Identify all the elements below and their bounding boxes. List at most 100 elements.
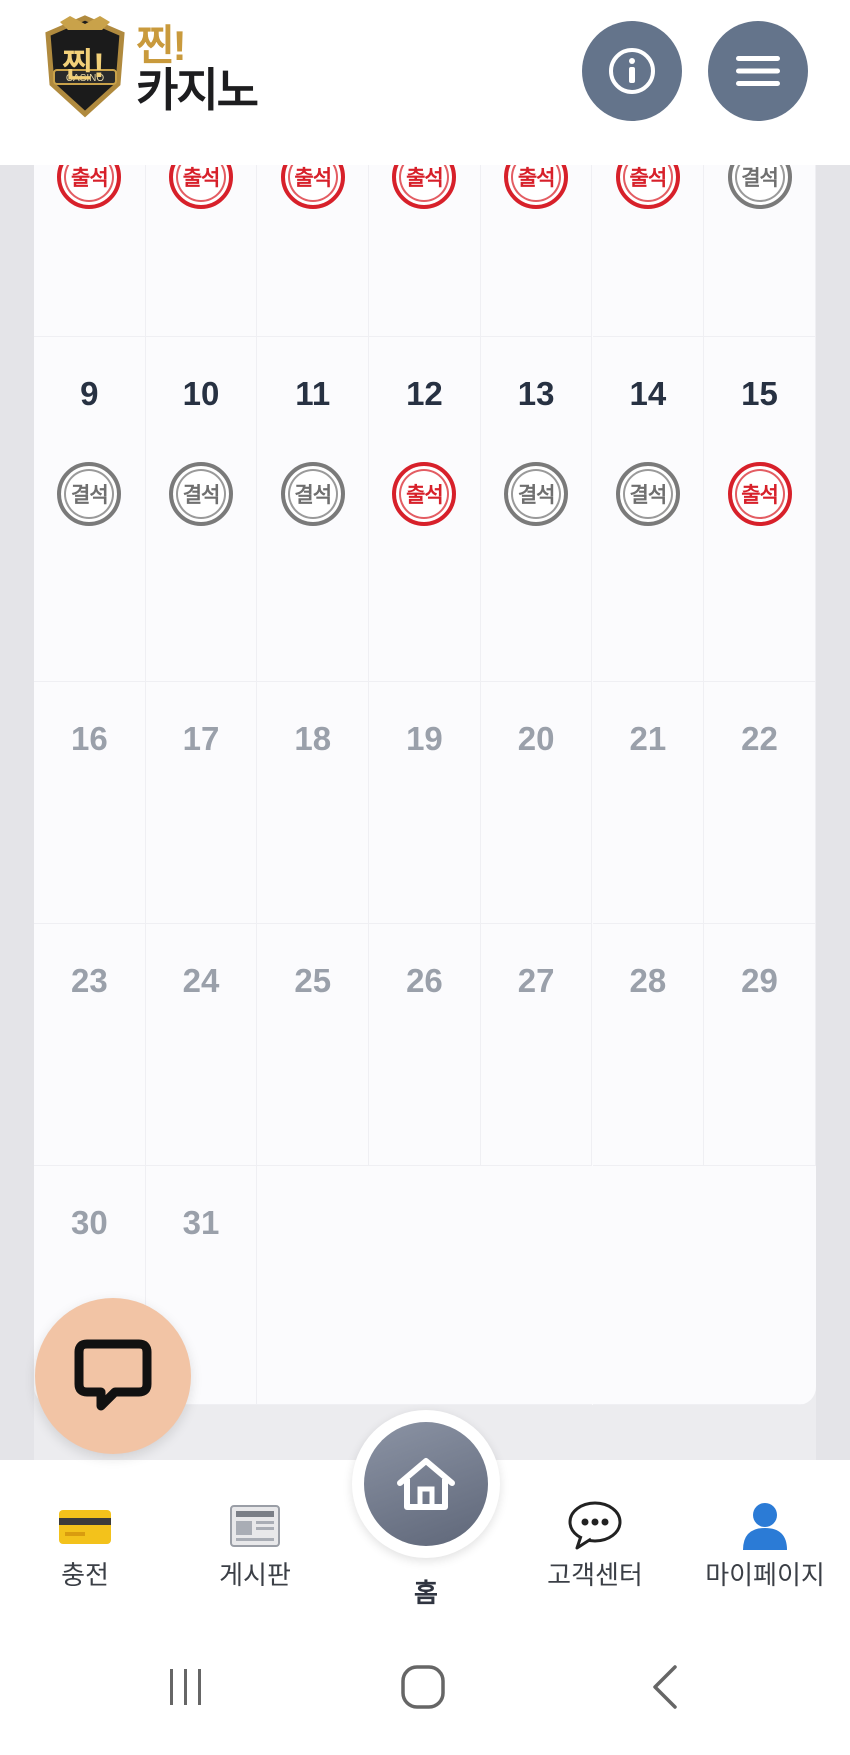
calendar-day-cell[interactable]: 20 bbox=[480, 682, 593, 924]
calendar-day-cell[interactable]: 27 bbox=[480, 924, 593, 1166]
calendar-day-cell[interactable] bbox=[369, 1166, 481, 1405]
speech-bubble-icon bbox=[568, 1501, 622, 1550]
calendar-day-number: 18 bbox=[294, 720, 332, 757]
back-button[interactable] bbox=[635, 1662, 695, 1712]
calendar-day-cell[interactable] bbox=[257, 1166, 370, 1405]
calendar-day-number: 26 bbox=[406, 962, 443, 999]
calendar-day-number: 24 bbox=[182, 962, 220, 999]
calendar-day-cell[interactable]: 출석 bbox=[257, 165, 370, 337]
logo-mark-text: 찐! bbox=[62, 47, 105, 85]
calendar-day-number: 22 bbox=[741, 720, 778, 757]
panel-gutter-left bbox=[0, 165, 34, 1460]
info-button[interactable] bbox=[582, 21, 682, 121]
info-icon bbox=[609, 48, 655, 94]
nav-label-mypage: 마이페이지 bbox=[705, 1560, 825, 1590]
calendar-day-number: 28 bbox=[629, 962, 667, 999]
calendar-day-cell[interactable]: 10 결석 bbox=[145, 337, 258, 682]
calendar-day-number: 27 bbox=[517, 962, 555, 999]
calendar-day-cell[interactable]: 출석 bbox=[145, 165, 258, 337]
calendar-day-number: 16 bbox=[70, 720, 108, 757]
calendar-day-cell[interactable]: 23 bbox=[34, 924, 146, 1166]
calendar-day-number: 23 bbox=[70, 962, 108, 999]
logo-wordmark: 찐! 카지노 bbox=[136, 22, 259, 116]
system-navigation-bar bbox=[0, 1610, 850, 1755]
calendar-day-number: 17 bbox=[182, 720, 220, 757]
calendar-day-cell[interactable] bbox=[592, 1166, 705, 1405]
attendance-stamp-absent: 결석 bbox=[615, 462, 680, 526]
recent-apps-icon bbox=[170, 1669, 201, 1705]
nav-item-board[interactable]: 게시판 bbox=[170, 1460, 340, 1610]
calendar-day-cell[interactable]: 19 bbox=[369, 682, 481, 924]
menu-button[interactable] bbox=[708, 21, 808, 121]
attendance-stamp-present: 출석 bbox=[280, 165, 345, 209]
chat-button[interactable] bbox=[35, 1298, 191, 1454]
calendar-day-number: 10 bbox=[182, 375, 220, 412]
calendar-day-cell[interactable]: 29 bbox=[704, 924, 816, 1166]
newspaper-icon bbox=[230, 1505, 280, 1547]
app-header: CASINO 찐! 찐! 카지노 bbox=[0, 0, 850, 165]
calendar-day-cell[interactable]: 22 bbox=[704, 682, 816, 924]
calendar-day-cell[interactable]: 결석 bbox=[704, 165, 816, 337]
nav-label-charge: 충전 bbox=[61, 1560, 109, 1590]
calendar-day-cell[interactable]: 11 결석 bbox=[257, 337, 370, 682]
calendar-day-number: 13 bbox=[517, 375, 555, 412]
nav-item-support[interactable]: 고객센터 bbox=[510, 1460, 680, 1610]
calendar-day-number: 19 bbox=[406, 720, 443, 757]
home-button-inner bbox=[364, 1422, 488, 1546]
back-icon bbox=[653, 1665, 677, 1709]
nav-label-home: 홈 bbox=[414, 1578, 438, 1608]
nav-label-support: 고객센터 bbox=[547, 1560, 643, 1590]
calendar-day-number: 21 bbox=[629, 720, 667, 757]
attendance-calendar: 출석 출석 출석 출석 출석 출석 결석 9 결석 10 결석 11 결석 12 출석 13 결석 14 결석 15 출… bbox=[34, 165, 816, 1405]
nav-label-board: 게시판 bbox=[219, 1560, 291, 1590]
nav-item-mypage[interactable]: 마이페이지 bbox=[680, 1460, 850, 1610]
calendar-day-number: 20 bbox=[517, 720, 555, 757]
attendance-stamp-present: 출석 bbox=[615, 165, 680, 209]
calendar-day-cell[interactable]: 17 bbox=[145, 682, 258, 924]
calendar-day-number: 30 bbox=[70, 1204, 108, 1241]
panel-gutter-right bbox=[816, 165, 850, 1460]
calendar-day-cell[interactable]: 26 bbox=[369, 924, 481, 1166]
attendance-stamp-present: 출석 bbox=[392, 165, 457, 209]
calendar-day-number: 9 bbox=[80, 375, 99, 412]
attendance-stamp-present: 출석 bbox=[57, 165, 122, 209]
attendance-stamp-absent: 결석 bbox=[280, 462, 345, 526]
system-home-button[interactable] bbox=[393, 1662, 453, 1712]
calendar-day-cell[interactable]: 28 bbox=[592, 924, 705, 1166]
attendance-stamp-present: 출석 bbox=[727, 462, 792, 526]
attendance-stamp-absent: 결석 bbox=[57, 462, 122, 526]
home-icon bbox=[397, 1458, 455, 1510]
calendar-day-cell[interactable]: 출석 bbox=[480, 165, 593, 337]
calendar-day-number: 12 bbox=[406, 375, 443, 412]
hamburger-menu-icon bbox=[736, 56, 780, 86]
home-button[interactable] bbox=[352, 1410, 500, 1558]
system-home-icon bbox=[401, 1665, 445, 1709]
attendance-stamp-absent: 결석 bbox=[169, 462, 234, 526]
calendar-day-cell[interactable] bbox=[704, 1166, 816, 1405]
calendar-day-cell[interactable] bbox=[480, 1166, 593, 1405]
calendar-day-cell[interactable]: 13 결석 bbox=[480, 337, 593, 682]
attendance-stamp-present: 출석 bbox=[392, 462, 457, 526]
calendar-day-number: 25 bbox=[294, 962, 332, 999]
calendar-day-cell[interactable]: 16 bbox=[34, 682, 146, 924]
calendar-day-number: 14 bbox=[629, 375, 667, 412]
calendar-day-cell[interactable]: 12 출석 bbox=[369, 337, 481, 682]
calendar-day-cell[interactable]: 15 출석 bbox=[704, 337, 816, 682]
recent-apps-button[interactable] bbox=[156, 1662, 216, 1712]
calendar-day-cell[interactable]: 21 bbox=[592, 682, 705, 924]
calendar-day-cell[interactable]: 출석 bbox=[369, 165, 481, 337]
calendar-day-cell[interactable]: 25 bbox=[257, 924, 370, 1166]
calendar-day-cell[interactable]: 14 결석 bbox=[592, 337, 705, 682]
calendar-day-number: 31 bbox=[182, 1204, 220, 1241]
attendance-stamp-present: 출석 bbox=[504, 165, 569, 209]
attendance-stamp-absent: 결석 bbox=[504, 462, 569, 526]
calendar-day-cell[interactable]: 24 bbox=[145, 924, 258, 1166]
nav-item-charge[interactable]: 충전 bbox=[0, 1460, 170, 1610]
calendar-day-number: 15 bbox=[741, 375, 778, 412]
site-logo[interactable]: CASINO 찐! 찐! 카지노 bbox=[40, 14, 260, 120]
calendar-day-cell[interactable]: 출석 bbox=[34, 165, 146, 337]
credit-card-icon bbox=[59, 1510, 111, 1544]
calendar-day-cell[interactable]: 18 bbox=[257, 682, 370, 924]
calendar-day-cell[interactable]: 출석 bbox=[592, 165, 705, 337]
calendar-day-cell[interactable]: 9 결석 bbox=[34, 337, 146, 682]
